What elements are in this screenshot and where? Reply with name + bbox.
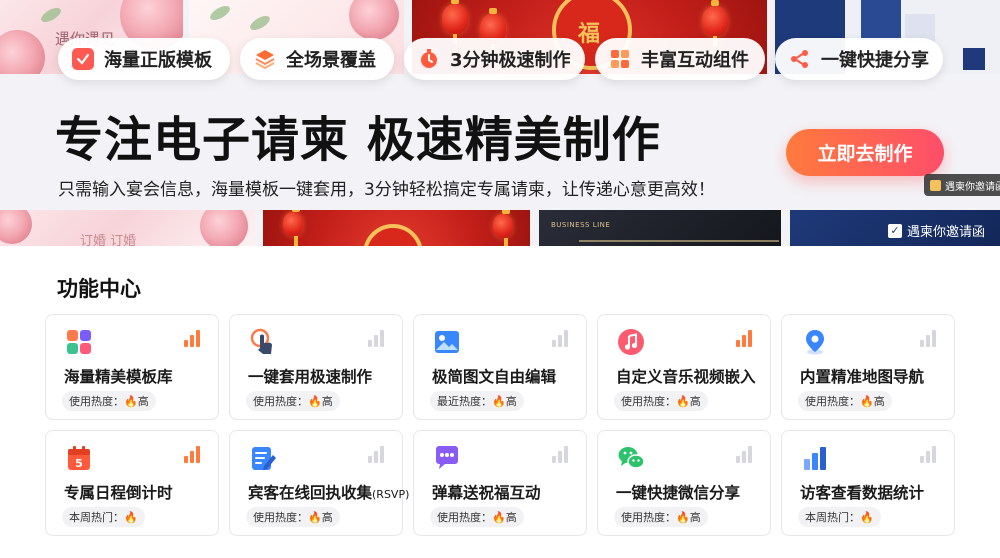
hero-banner: 遇你遇见 福 海量正版模板 全场景覆盖 3分钟极速制作 [0, 0, 1000, 246]
feature-badge: 使用热度：🔥高 [62, 391, 156, 411]
wechat-icon [618, 447, 645, 469]
chip-share[interactable]: 一键快捷分享 [775, 38, 943, 80]
chip-templates[interactable]: 海量正版模板 [58, 38, 230, 80]
template-thumb-floral-3[interactable]: 订婚 订婚 [0, 210, 255, 246]
apps-icon [67, 330, 91, 354]
feature-title: 海量精美模板库 [64, 368, 173, 386]
feature-card-editor[interactable]: 极简图文自由编辑 最近热度：🔥高 [413, 314, 587, 420]
chip-label: 丰富互动组件 [641, 50, 749, 71]
chip-speed[interactable]: 3分钟极速制作 [404, 38, 585, 80]
popularity-bars-icon [184, 445, 202, 463]
feature-title: 弹幕送祝福互动 [432, 484, 541, 502]
brand-tag-label: 遇柬你邀请函 [907, 225, 986, 240]
hero-subline: 只需输入宴会信息，海量模板一键套用，3分钟轻松搞定专属请柬，让传递心意更高效！ [58, 180, 715, 200]
brand-tag-small: 遇柬你邀请函 [924, 174, 1000, 196]
feature-card-one-click[interactable]: 一键套用极速制作 使用热度：🔥高 [229, 314, 403, 420]
brand-tag-label: 遇柬你邀请函 [945, 181, 1000, 193]
chat-bubble-icon [436, 446, 458, 469]
calendar-icon: 5 [68, 446, 90, 470]
feature-title: 自定义音乐视频嵌入 [616, 368, 756, 386]
popularity-bars-icon [736, 445, 754, 463]
popularity-bars-icon [368, 329, 386, 347]
layers-icon [254, 48, 276, 70]
chip-label: 海量正版模板 [104, 50, 212, 71]
feature-title: 访客查看数据统计 [800, 484, 925, 502]
feature-card-template-library[interactable]: 海量精美模板库 使用热度：🔥高 [45, 314, 219, 420]
edit-form-icon [252, 447, 276, 470]
feature-card-map[interactable]: 内置精准地图导航 使用热度：🔥高 [781, 314, 955, 420]
feature-card-countdown[interactable]: 5 专属日程倒计时 本周热门：🔥 [45, 430, 219, 536]
checkbox-icon [930, 179, 941, 191]
feature-card-music-video[interactable]: 自定义音乐视频嵌入 使用热度：🔥高 [597, 314, 771, 420]
share-icon [789, 48, 811, 70]
tap-icon [250, 328, 272, 354]
popularity-bars-icon [552, 445, 570, 463]
feature-title: 极简图文自由编辑 [432, 368, 557, 386]
feature-badge: 使用热度：🔥高 [430, 507, 524, 527]
feature-title: 专属日程倒计时 [64, 484, 173, 502]
feature-card-wechat-share[interactable]: 一键快捷微信分享 使用热度：🔥高 [597, 430, 771, 536]
feature-title: 内置精准地图导航 [800, 368, 925, 386]
feature-badge: 使用热度：🔥高 [246, 507, 340, 527]
check-square-icon [72, 48, 94, 70]
feature-badge: 本周热门：🔥 [62, 507, 145, 527]
chip-label: 3分钟极速制作 [450, 50, 571, 71]
feature-title: 一键快捷微信分享 [616, 484, 741, 502]
map-pin-icon [806, 330, 824, 355]
feature-grid: 海量精美模板库 使用热度：🔥高 一键套用极速制作 使用热度：🔥高 极简图文自由编… [45, 314, 955, 536]
popularity-bars-icon [368, 445, 386, 463]
feature-center-title: 功能中心 [57, 277, 141, 301]
template-thumb-red-2[interactable] [263, 210, 530, 246]
feature-badge: 使用热度：🔥高 [614, 507, 708, 527]
template-text: 订婚 订婚 [80, 234, 137, 246]
fu-character: 福 [578, 21, 601, 47]
chip-label: 一键快捷分享 [821, 50, 929, 71]
chip-label: 全场景覆盖 [286, 50, 376, 71]
checkbox-icon: ✓ [888, 223, 902, 238]
feature-card-rsvp[interactable]: 宾客在线回执收集(RSVP) 使用热度：🔥高 [229, 430, 409, 536]
feature-badge: 使用热度：🔥高 [614, 391, 708, 411]
feature-title: 一键套用极速制作 [248, 368, 373, 386]
popularity-bars-icon [920, 445, 938, 463]
start-making-button[interactable]: 立即去制作 [786, 129, 944, 176]
svg-text:5: 5 [75, 457, 83, 470]
brand-tag-strip: ✓ 遇柬你邀请函 [888, 221, 985, 240]
feature-card-danmaku[interactable]: 弹幕送祝福互动 使用热度：🔥高 [413, 430, 587, 536]
feature-title: 宾客在线回执收集(RSVP) [248, 484, 410, 502]
popularity-bars-icon [736, 329, 754, 347]
feature-card-analytics[interactable]: 访客查看数据统计 本周热门：🔥 [781, 430, 955, 536]
feature-badge: 最近热度：🔥高 [430, 391, 524, 411]
grid-icon [609, 48, 631, 70]
feature-badge: 使用热度：🔥高 [246, 391, 340, 411]
chip-interactive[interactable]: 丰富互动组件 [595, 38, 765, 80]
popularity-bars-icon [184, 329, 202, 347]
popularity-bars-icon [552, 329, 570, 347]
template-text: BUSINESS LINE [551, 221, 611, 229]
music-icon [618, 329, 644, 355]
feature-badge: 使用热度：🔥高 [798, 391, 892, 411]
hero-headline: 专注电子请柬 极速精美制作 [55, 112, 661, 168]
stopwatch-icon [418, 48, 440, 70]
feature-title-suffix: (RSVP) [372, 488, 410, 501]
bar-chart-icon [804, 447, 826, 470]
template-thumb-business[interactable]: BUSINESS LINE [539, 210, 781, 246]
image-icon [435, 331, 459, 353]
chip-scenes[interactable]: 全场景覆盖 [240, 38, 394, 80]
popularity-bars-icon [920, 329, 938, 347]
feature-badge: 本周热门：🔥 [798, 507, 881, 527]
